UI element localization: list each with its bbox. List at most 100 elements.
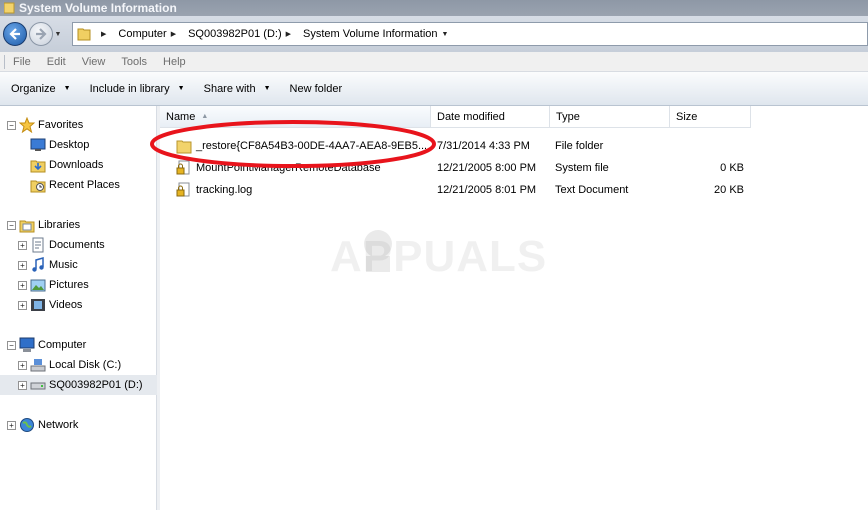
nav-drive-d[interactable]: + SQ003982P01 (D:) — [0, 375, 157, 395]
nav-computer[interactable]: − Computer — [7, 335, 86, 355]
menu-separator — [4, 54, 5, 69]
new-folder-button[interactable]: New folder — [290, 83, 343, 95]
collapse-icon[interactable]: − — [7, 120, 16, 130]
folder-icon — [4, 2, 15, 14]
expand-icon[interactable]: + — [7, 420, 16, 430]
videos-icon — [31, 299, 45, 311]
share-with-label: Share with — [203, 82, 256, 95]
breadcrumb-label: System Volume Information — [303, 28, 438, 40]
nav-computer-label: Computer — [38, 339, 87, 351]
column-header-type[interactable]: Type — [550, 106, 670, 128]
nav-recent-places[interactable]: Recent Places — [30, 175, 120, 195]
nav-favorites-label: Favorites — [38, 119, 84, 131]
expand-icon[interactable]: + — [18, 300, 27, 310]
window-titlebar: System Volume Information — [0, 0, 868, 16]
desktop-icon — [30, 138, 46, 151]
chevron-down-icon: ▼ — [63, 85, 71, 92]
menu-file[interactable]: File — [13, 56, 31, 68]
chevron-down-icon: ▼ — [177, 85, 185, 92]
file-date: 12/21/2005 8:01 PM — [437, 184, 537, 196]
address-root-arrow[interactable]: ▶ — [97, 30, 112, 38]
nav-documents[interactable]: + Documents — [18, 235, 105, 255]
forward-button[interactable] — [29, 22, 53, 46]
file-name: MountPointManagerRemoteDatabase — [196, 162, 381, 174]
nav-music[interactable]: + Music — [18, 255, 78, 275]
nav-item-label: Local Disk (C:) — [49, 359, 122, 371]
chevron-right-icon: ▶ — [101, 31, 107, 38]
menu-edit[interactable]: Edit — [47, 56, 66, 68]
chevron-right-icon: ▶ — [285, 31, 292, 38]
breadcrumb-system-volume-information[interactable]: System Volume Information ▼ — [303, 28, 454, 40]
locked-file-icon — [176, 182, 190, 197]
table-row[interactable]: tracking.log 12/21/2005 8:01 PM Text Doc… — [160, 179, 868, 201]
locked-file-icon — [176, 160, 190, 175]
recent-pages-dropdown[interactable]: ▼ — [53, 22, 63, 46]
file-name-cell: MountPointManagerRemoteDatabase — [176, 157, 426, 179]
nav-item-label: Downloads — [49, 159, 104, 171]
address-box[interactable]: ▶ Computer ▶ SQ003982P01 (D:) ▶ System V… — [72, 22, 868, 46]
nav-pictures[interactable]: + Pictures — [18, 275, 89, 295]
nav-item-label: Recent Places — [49, 179, 120, 191]
breadcrumb-drive-d[interactable]: SQ003982P01 (D:) ▶ — [188, 28, 297, 40]
nav-desktop[interactable]: Desktop — [30, 135, 89, 155]
collapse-icon[interactable]: − — [7, 340, 16, 350]
nav-local-disk-c[interactable]: + Local Disk (C:) — [18, 355, 121, 375]
table-row[interactable]: MountPointManagerRemoteDatabase 12/21/20… — [160, 157, 868, 179]
star-icon — [19, 117, 35, 133]
column-label: Date modified — [437, 110, 505, 123]
nav-item-label: Desktop — [49, 139, 90, 151]
menu-help[interactable]: Help — [163, 56, 186, 68]
column-header-name[interactable]: Name ▲ — [160, 106, 431, 128]
file-name: tracking.log — [196, 184, 253, 196]
file-list: Name ▲ Date modified Type Size _restore{… — [160, 106, 868, 510]
back-button[interactable] — [3, 22, 27, 46]
expand-icon[interactable]: + — [18, 380, 27, 390]
organize-button[interactable]: Organize ▼ — [11, 83, 71, 95]
column-label: Type — [556, 110, 580, 123]
nav-favorites[interactable]: − Favorites — [7, 115, 83, 135]
nav-item-label: Music — [49, 259, 78, 271]
menu-view[interactable]: View — [82, 56, 106, 68]
column-label: Name — [166, 110, 196, 123]
expand-icon[interactable]: + — [18, 360, 27, 370]
navigation-pane: − Favorites Desktop Downloads Recent Pla… — [0, 106, 157, 510]
libraries-icon — [19, 220, 35, 233]
nav-network[interactable]: + Network — [7, 415, 78, 435]
breadcrumb-computer[interactable]: Computer ▶ — [118, 28, 182, 40]
include-in-library-label: Include in library — [89, 82, 170, 95]
address-bar-area: ▼ ▶ Computer ▶ SQ003982P01 (D:) ▶ System… — [0, 16, 868, 52]
collapse-icon[interactable]: − — [7, 220, 16, 230]
nav-downloads[interactable]: Downloads — [30, 155, 103, 175]
nav-network-label: Network — [38, 419, 79, 431]
back-arrow-icon — [9, 28, 20, 40]
include-in-library-button[interactable]: Include in library ▼ — [90, 83, 185, 95]
menu-bar: File Edit View Tools Help — [0, 52, 868, 72]
downloads-icon — [30, 160, 46, 173]
file-type: System file — [555, 162, 609, 174]
menu-tools[interactable]: Tools — [121, 56, 147, 68]
recent-places-icon — [30, 180, 46, 193]
breadcrumb-label: Computer — [118, 28, 167, 40]
nav-item-label: Pictures — [49, 279, 89, 291]
file-type: Text Document — [555, 184, 629, 196]
column-label: Size — [676, 110, 698, 123]
nav-libraries[interactable]: − Libraries — [7, 215, 80, 235]
forward-arrow-icon — [36, 28, 47, 40]
column-header-size[interactable]: Size — [670, 106, 751, 128]
nav-item-label: SQ003982P01 (D:) — [49, 379, 143, 391]
expand-icon[interactable]: + — [18, 260, 27, 270]
table-row[interactable]: _restore{CF8A54B3-00DE-4AA7-AEA8-9EB5...… — [160, 135, 868, 157]
watermark: APPUALS — [330, 232, 548, 281]
file-name-cell: tracking.log — [176, 179, 426, 201]
file-date: 7/31/2014 4:33 PM — [437, 140, 530, 152]
file-date: 12/21/2005 8:00 PM — [437, 162, 537, 174]
file-size — [670, 135, 744, 157]
drive-icon — [30, 382, 46, 390]
nav-videos[interactable]: + Videos — [18, 295, 82, 315]
expand-icon[interactable]: + — [18, 240, 27, 250]
expand-icon[interactable]: + — [18, 280, 27, 290]
chevron-down-icon: ▼ — [263, 85, 271, 92]
nav-item-label: Videos — [49, 299, 83, 311]
share-with-button[interactable]: Share with ▼ — [204, 83, 271, 95]
column-header-date-modified[interactable]: Date modified — [431, 106, 550, 128]
